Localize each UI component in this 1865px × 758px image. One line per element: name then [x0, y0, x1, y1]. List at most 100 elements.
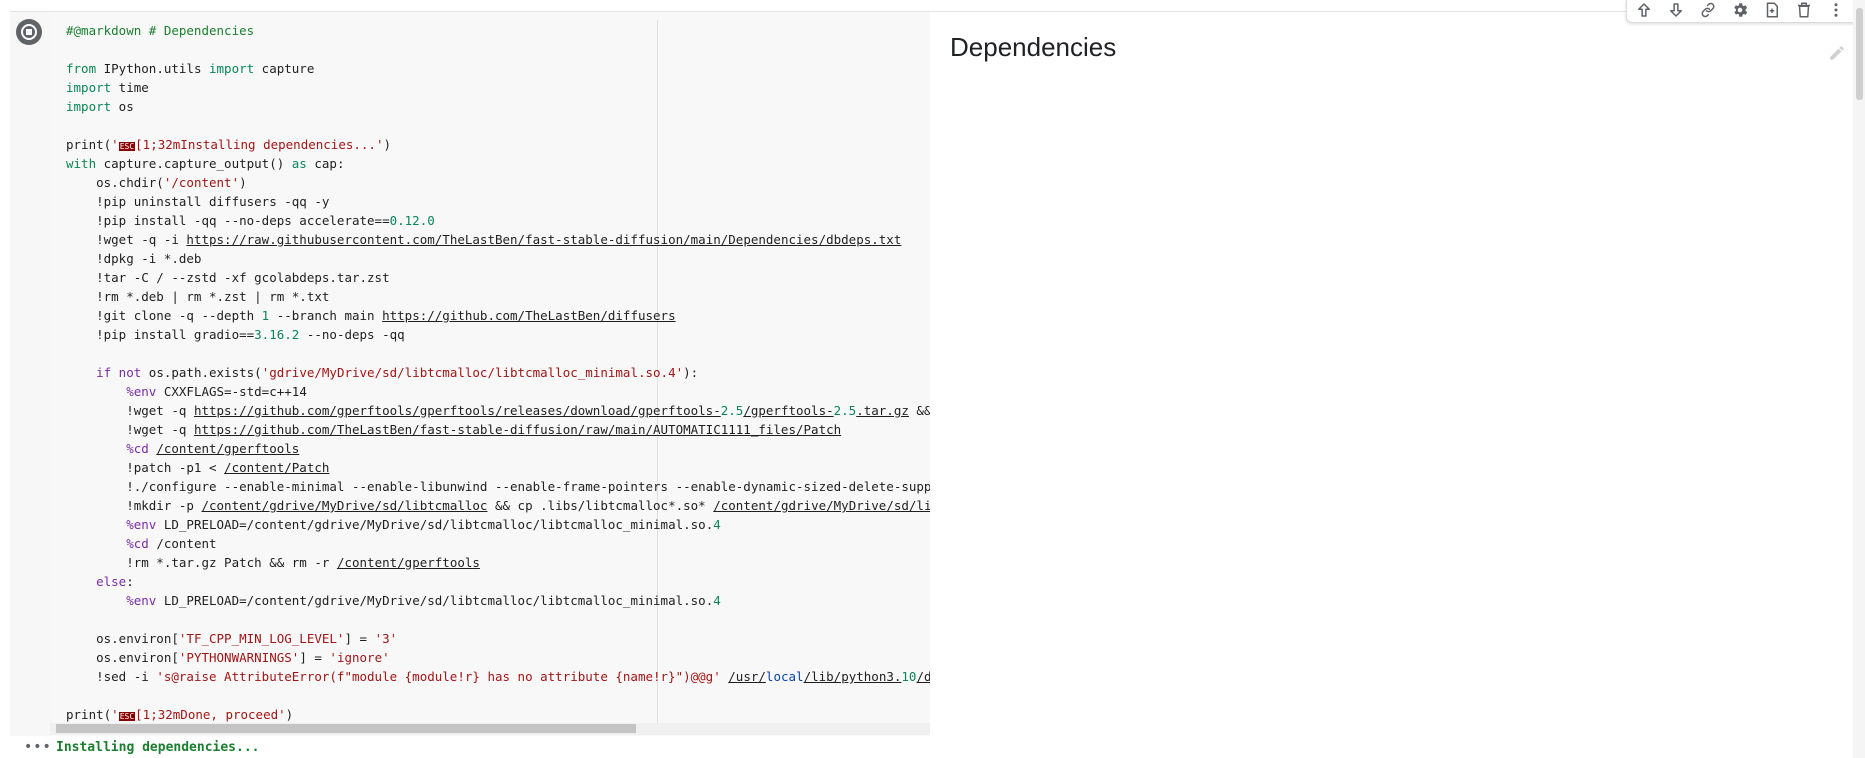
markdown-title: Dependencies: [950, 32, 1117, 62]
trash-icon: [1798, 2, 1810, 18]
code-line[interactable]: [66, 116, 930, 135]
code-line[interactable]: !wget -q https://github.com/gperftools/g…: [66, 401, 930, 420]
code-line[interactable]: !git clone -q --depth 1 --branch main ht…: [66, 306, 930, 325]
code-link[interactable]: /content/Patch: [224, 460, 329, 475]
code-line[interactable]: !wget -q https://github.com/TheLastBen/f…: [66, 420, 930, 439]
code-line[interactable]: os.environ['TF_CPP_MIN_LOG_LEVEL'] = '3': [66, 629, 930, 648]
code-token: ] =: [299, 650, 330, 665]
code-token: !wget -q: [66, 422, 194, 437]
code-line[interactable]: %cd /content/gperftools: [66, 439, 930, 458]
code-token: os: [111, 99, 134, 114]
code-editor[interactable]: #@markdown # Dependencies from IPython.ut…: [50, 12, 930, 737]
code-link[interactable]: /usr/: [728, 669, 766, 684]
code-line[interactable]: %env LD_PRELOAD=/content/gdrive/MyDrive/…: [66, 591, 930, 610]
code-link[interactable]: /dist-packa: [916, 669, 930, 684]
code-token: !patch -p1 <: [66, 460, 225, 475]
code-line[interactable]: !dpkg -i *.deb: [66, 249, 930, 268]
copy-link-button[interactable]: [1695, 0, 1721, 20]
code-token: /content: [148, 536, 217, 551]
cell-toolbar: [1626, 0, 1858, 23]
code-link[interactable]: /content/gperftools: [337, 555, 480, 570]
code-token: [1;32mDone, proceed': [135, 707, 286, 722]
code-line[interactable]: from IPython.utils import capture: [66, 59, 930, 78]
code-line[interactable]: !pip install gradio==3.16.2 --no-deps -q…: [66, 325, 930, 344]
code-link[interactable]: https://raw.githubusercontent.com/TheLas…: [186, 232, 901, 247]
move-cell-down-button[interactable]: [1663, 0, 1689, 20]
code-link[interactable]: /content/gperftools: [156, 441, 299, 456]
code-link[interactable]: /content/gdrive/MyDrive/sd/libtcmalloc: [201, 498, 487, 513]
code-line[interactable]: !pip install -qq --no-deps accelerate==0…: [66, 211, 930, 230]
code-line[interactable]: !pip uninstall diffusers -qq -y: [66, 192, 930, 211]
code-line[interactable]: !tar -C / --zstd -xf gcolabdeps.tar.zst: [66, 268, 930, 287]
code-token: && cp .libs/libtcmalloc*.so*: [487, 498, 714, 513]
cell-settings-button[interactable]: [1727, 0, 1753, 20]
code-line[interactable]: print('ESC[1;32mDone, proceed'): [66, 705, 930, 724]
code-link[interactable]: /gperftools-: [743, 403, 833, 418]
code-token: 's@raise AttributeError(f"module {module…: [156, 669, 721, 684]
cell-gutter: [10, 12, 50, 737]
code-line[interactable]: [66, 686, 930, 705]
code-token: as: [291, 156, 307, 171]
code-line[interactable]: print('ESC[1;32mInstalling dependencies.…: [66, 135, 930, 154]
code-token: with: [66, 156, 97, 171]
code-token: !wget -q -i: [66, 232, 187, 247]
code-link[interactable]: .tar.gz: [856, 403, 909, 418]
code-line[interactable]: !sed -i 's@raise AttributeError(f"module…: [66, 667, 930, 686]
code-line[interactable]: [66, 40, 930, 59]
run-cell-button[interactable]: [16, 19, 42, 45]
code-token: cap:: [306, 156, 345, 171]
code-line[interactable]: os.chdir('/content'): [66, 173, 930, 192]
code-token: %env: [126, 517, 157, 532]
mirror-cell-button[interactable]: [1759, 0, 1785, 20]
arrow-up-icon: [1638, 3, 1650, 17]
code-token: !pip install -qq --no-deps accelerate==: [66, 213, 390, 228]
code-line[interactable]: %env CXXFLAGS=-std=c++14: [66, 382, 930, 401]
code-link[interactable]: https://github.com/gperftools/gperftools…: [194, 403, 721, 418]
code-line[interactable]: else:: [66, 572, 930, 591]
code-link[interactable]: https://github.com/TheLastBen/diffusers: [382, 308, 676, 323]
code-line[interactable]: [66, 610, 930, 629]
page-vertical-scrollbar-thumb[interactable]: [1856, 8, 1863, 100]
code-line[interactable]: !mkdir -p /content/gdrive/MyDrive/sd/lib…: [66, 496, 930, 515]
code-token: && tar zxf: [916, 403, 930, 418]
output-text: Installing dependencies...: [56, 740, 260, 755]
code-content[interactable]: #@markdown # Dependencies from IPython.ut…: [66, 21, 930, 724]
code-line[interactable]: [66, 344, 930, 363]
output-menu-button[interactable]: •••: [24, 740, 52, 754]
code-link[interactable]: /lib/python3.: [804, 669, 902, 684]
edit-pencil-icon[interactable]: [1828, 44, 1846, 62]
code-link[interactable]: /content/gdrive/MyDrive/sd/libtcmalloc: [713, 498, 930, 513]
page-vertical-scrollbar[interactable]: [1853, 0, 1865, 758]
code-token: 4: [713, 593, 721, 608]
code-line[interactable]: !./configure --enable-minimal --enable-l…: [66, 477, 930, 496]
code-link[interactable]: https://github.com/TheLastBen/fast-stabl…: [194, 422, 841, 437]
escape-char-glyph: ESC: [118, 142, 136, 151]
stop-icon: [26, 29, 32, 35]
code-line[interactable]: !rm *.tar.gz Patch && rm -r /content/gpe…: [66, 553, 930, 572]
code-token: ):: [683, 365, 699, 380]
markdown-preview: Dependencies: [940, 12, 1862, 737]
code-token: import: [209, 61, 255, 76]
delete-cell-button[interactable]: [1791, 0, 1817, 20]
code-token: !sed -i: [66, 669, 157, 684]
code-token: os.environ[: [66, 631, 179, 646]
code-token: import: [66, 80, 112, 95]
code-token: from: [66, 61, 97, 76]
code-line[interactable]: !wget -q -i https://raw.githubuserconten…: [66, 230, 930, 249]
code-line[interactable]: !rm *.deb | rm *.zst | rm *.txt: [66, 287, 930, 306]
horizontal-scrollbar-thumb[interactable]: [56, 724, 636, 733]
code-line[interactable]: with capture.capture_output() as cap:: [66, 154, 930, 173]
code-line[interactable]: os.environ['PYTHONWARNINGS'] = 'ignore': [66, 648, 930, 667]
code-token: capture: [254, 61, 315, 76]
more-options-button[interactable]: [1823, 0, 1849, 20]
move-cell-up-button[interactable]: [1631, 0, 1657, 20]
code-line[interactable]: %cd /content: [66, 534, 930, 553]
code-line[interactable]: import os: [66, 97, 930, 116]
code-line[interactable]: #@markdown # Dependencies: [66, 21, 930, 40]
code-line[interactable]: if not os.path.exists('gdrive/MyDrive/sd…: [66, 363, 930, 382]
code-line[interactable]: %env LD_PRELOAD=/content/gdrive/MyDrive/…: [66, 515, 930, 534]
code-line[interactable]: import time: [66, 78, 930, 97]
code-line[interactable]: !patch -p1 < /content/Patch: [66, 458, 930, 477]
